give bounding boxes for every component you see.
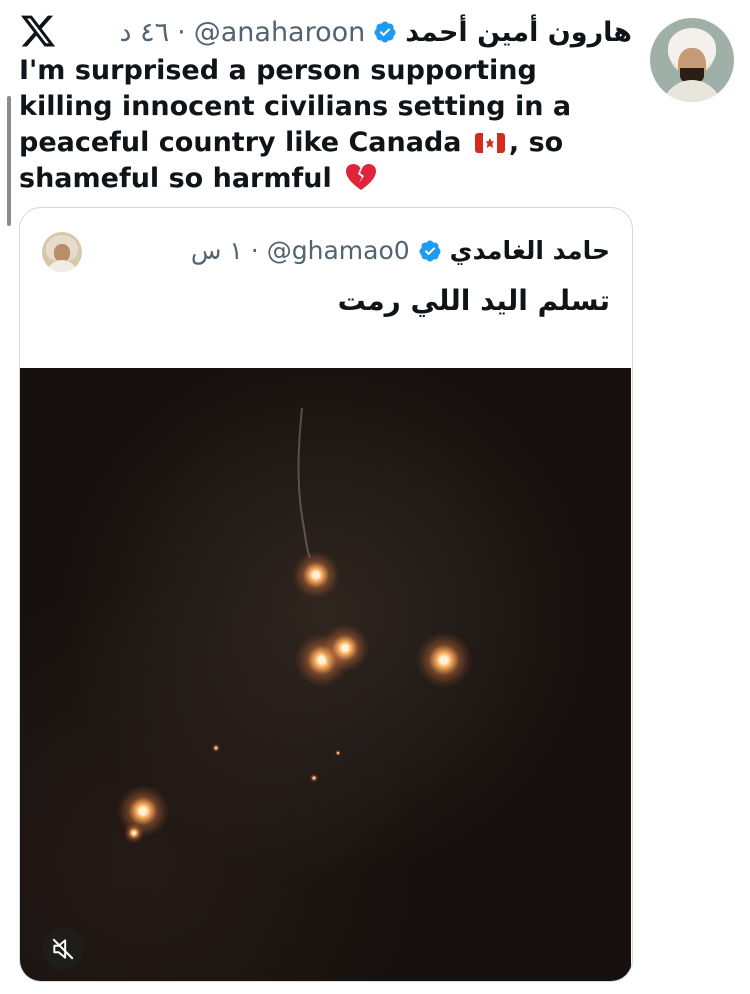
video-player[interactable] — [20, 368, 631, 981]
tweet-body: I'm surprised a person supporting killin… — [19, 53, 639, 197]
canada-flag-icon — [474, 133, 505, 153]
quoted-tweet-header: ١ س · @ghamao0 حامد الغامدي — [191, 236, 610, 265]
scrollbar[interactable] — [7, 96, 11, 226]
light-flare — [417, 633, 471, 687]
tweet-header: ٤٦ د · @anaharoon هارون أمين أحمد — [120, 12, 632, 52]
author-display-name[interactable]: هارون أمين أحمد — [405, 17, 632, 48]
quoted-tweet-card[interactable]: ١ س · @ghamao0 حامد الغامدي تسلم اليد ال… — [19, 207, 633, 982]
quoted-tweet-text: تسلم اليد اللي رمت — [337, 284, 610, 317]
light-flare — [124, 823, 144, 843]
separator-dot: · — [250, 236, 259, 265]
author-avatar[interactable] — [650, 18, 734, 102]
light-flare — [335, 750, 341, 756]
verified-badge-icon — [374, 21, 396, 43]
separator-dot: · — [177, 16, 186, 48]
light-flare — [310, 774, 318, 782]
quoted-author-handle[interactable]: @ghamao0 — [267, 236, 410, 265]
quoted-author-display-name[interactable]: حامد الغامدي — [450, 236, 610, 265]
light-flare — [293, 552, 339, 598]
light-flare — [322, 625, 368, 671]
quoted-author-avatar[interactable] — [42, 232, 82, 272]
broken-heart-icon — [346, 164, 377, 190]
timestamp[interactable]: ٤٦ د — [120, 17, 170, 48]
x-logo-icon[interactable] — [19, 12, 57, 50]
author-handle[interactable]: @anaharoon — [194, 17, 366, 48]
quoted-timestamp[interactable]: ١ س — [191, 236, 243, 265]
mute-toggle-button[interactable] — [42, 928, 84, 970]
light-flare — [212, 744, 220, 752]
verified-badge-icon — [419, 240, 441, 261]
muted-speaker-icon — [52, 938, 74, 960]
smoke-trail — [297, 408, 311, 558]
